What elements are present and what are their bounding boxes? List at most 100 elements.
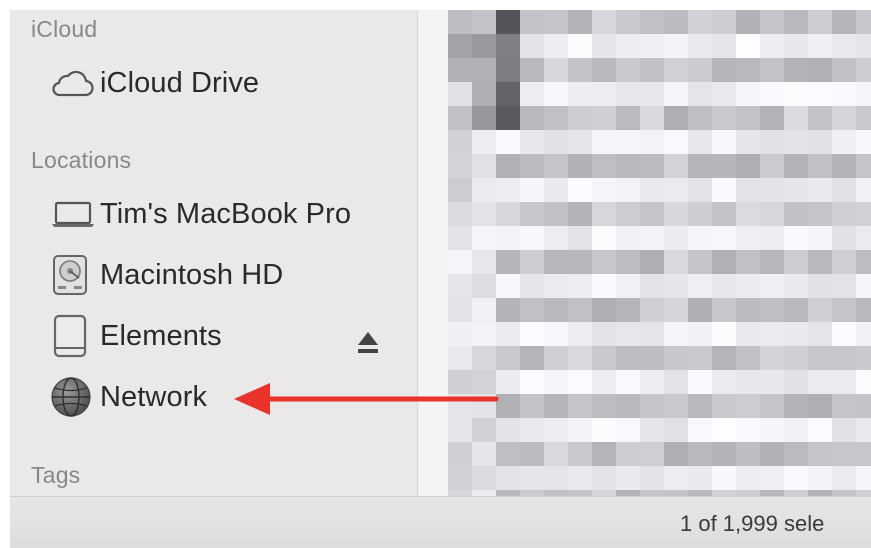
blur-pixel: [760, 442, 784, 466]
blur-pixel: [808, 226, 832, 250]
blur-pixel: [640, 274, 664, 298]
blur-pixel: [736, 442, 760, 466]
blur-pixel: [736, 106, 760, 130]
blur-pixel: [520, 394, 544, 418]
sidebar-item-elements[interactable]: Elements: [50, 313, 390, 359]
cloud-icon: [50, 60, 100, 106]
blur-pixel: [520, 466, 544, 490]
blur-pixel: [592, 202, 616, 226]
status-text: 1 of 1,999 sele: [680, 511, 825, 536]
blur-pixel: [568, 202, 592, 226]
blur-pixel: [472, 442, 496, 466]
blur-pixel: [448, 226, 472, 250]
blur-pixel: [640, 178, 664, 202]
blur-pixel: [496, 202, 520, 226]
sidebar-item-macbook[interactable]: Tim's MacBook Pro: [50, 191, 390, 237]
blur-pixel: [712, 34, 736, 58]
blur-pixel: [832, 370, 856, 394]
blur-pixel: [736, 202, 760, 226]
blur-pixel: [592, 298, 616, 322]
blur-pixel: [784, 346, 808, 370]
blur-pixel: [664, 442, 688, 466]
blur-pixel: [688, 322, 712, 346]
blur-pixel: [568, 466, 592, 490]
blur-pixel: [736, 130, 760, 154]
sidebar-item-macintosh-hd[interactable]: Macintosh HD: [50, 252, 390, 298]
blur-pixel: [784, 394, 808, 418]
blur-pixel: [688, 226, 712, 250]
blur-pixel: [856, 250, 871, 274]
blur-pixel: [808, 106, 832, 130]
blur-pixel: [712, 442, 736, 466]
blur-pixel: [472, 226, 496, 250]
blur-pixel: [832, 130, 856, 154]
eject-icon[interactable]: [355, 328, 381, 358]
blur-pixel: [760, 370, 784, 394]
blur-pixel: [712, 394, 736, 418]
blur-pixel: [592, 370, 616, 394]
blur-pixel: [592, 442, 616, 466]
blur-pixel: [520, 202, 544, 226]
blur-pixel: [688, 106, 712, 130]
blur-pixel: [856, 82, 871, 106]
blur-pixel: [808, 154, 832, 178]
blur-pixel: [808, 346, 832, 370]
blur-pixel: [664, 178, 688, 202]
blur-pixel: [856, 34, 871, 58]
blur-pixel: [496, 274, 520, 298]
blur-pixel: [496, 154, 520, 178]
blur-pixel: [688, 178, 712, 202]
blur-pixel: [616, 370, 640, 394]
blur-pixel: [688, 10, 712, 34]
sidebar-item-label: iCloud Drive: [100, 66, 260, 99]
blur-pixel: [640, 370, 664, 394]
blur-pixel: [592, 130, 616, 154]
sidebar-item-icloud-drive[interactable]: iCloud Drive: [50, 60, 390, 106]
blur-pixel: [784, 298, 808, 322]
blur-pixel: [640, 130, 664, 154]
blur-pixel: [808, 418, 832, 442]
blur-pixel: [712, 274, 736, 298]
blur-pixel: [592, 346, 616, 370]
blur-pixel: [664, 10, 688, 34]
blur-pixel: [808, 298, 832, 322]
sidebar-item-label: Elements: [100, 319, 222, 352]
blur-pixel: [616, 466, 640, 490]
blur-pixel: [664, 34, 688, 58]
blur-pixel: [784, 370, 808, 394]
sidebar-item-label: Network: [100, 380, 208, 413]
blur-pixel: [568, 106, 592, 130]
blur-pixel: [664, 202, 688, 226]
blur-pixel: [664, 226, 688, 250]
blur-pixel: [736, 298, 760, 322]
blur-pixel: [640, 346, 664, 370]
blur-pixel: [616, 178, 640, 202]
blur-pixel: [736, 226, 760, 250]
blur-pixel: [808, 442, 832, 466]
blur-pixel: [736, 10, 760, 34]
blur-pixel: [712, 346, 736, 370]
blur-pixel: [760, 298, 784, 322]
blur-pixel: [568, 34, 592, 58]
blur-pixel: [592, 154, 616, 178]
blur-pixel: [736, 274, 760, 298]
blur-pixel: [736, 250, 760, 274]
blur-pixel: [592, 82, 616, 106]
sidebar-item-label: Macintosh HD: [100, 258, 284, 291]
blur-pixel: [520, 298, 544, 322]
blur-pixel: [520, 58, 544, 82]
blur-pixel: [568, 130, 592, 154]
blur-pixel: [640, 10, 664, 34]
blur-pixel: [520, 178, 544, 202]
blur-pixel: [472, 82, 496, 106]
blur-pixel: [712, 106, 736, 130]
blur-pixel: [856, 442, 871, 466]
blur-pixel: [448, 298, 472, 322]
blur-pixel: [544, 298, 568, 322]
blur-pixel: [448, 322, 472, 346]
blur-pixel: [472, 34, 496, 58]
hard-drive-icon: [50, 252, 100, 298]
blur-pixel: [664, 346, 688, 370]
blur-pixel: [856, 418, 871, 442]
blur-pixel: [544, 466, 568, 490]
